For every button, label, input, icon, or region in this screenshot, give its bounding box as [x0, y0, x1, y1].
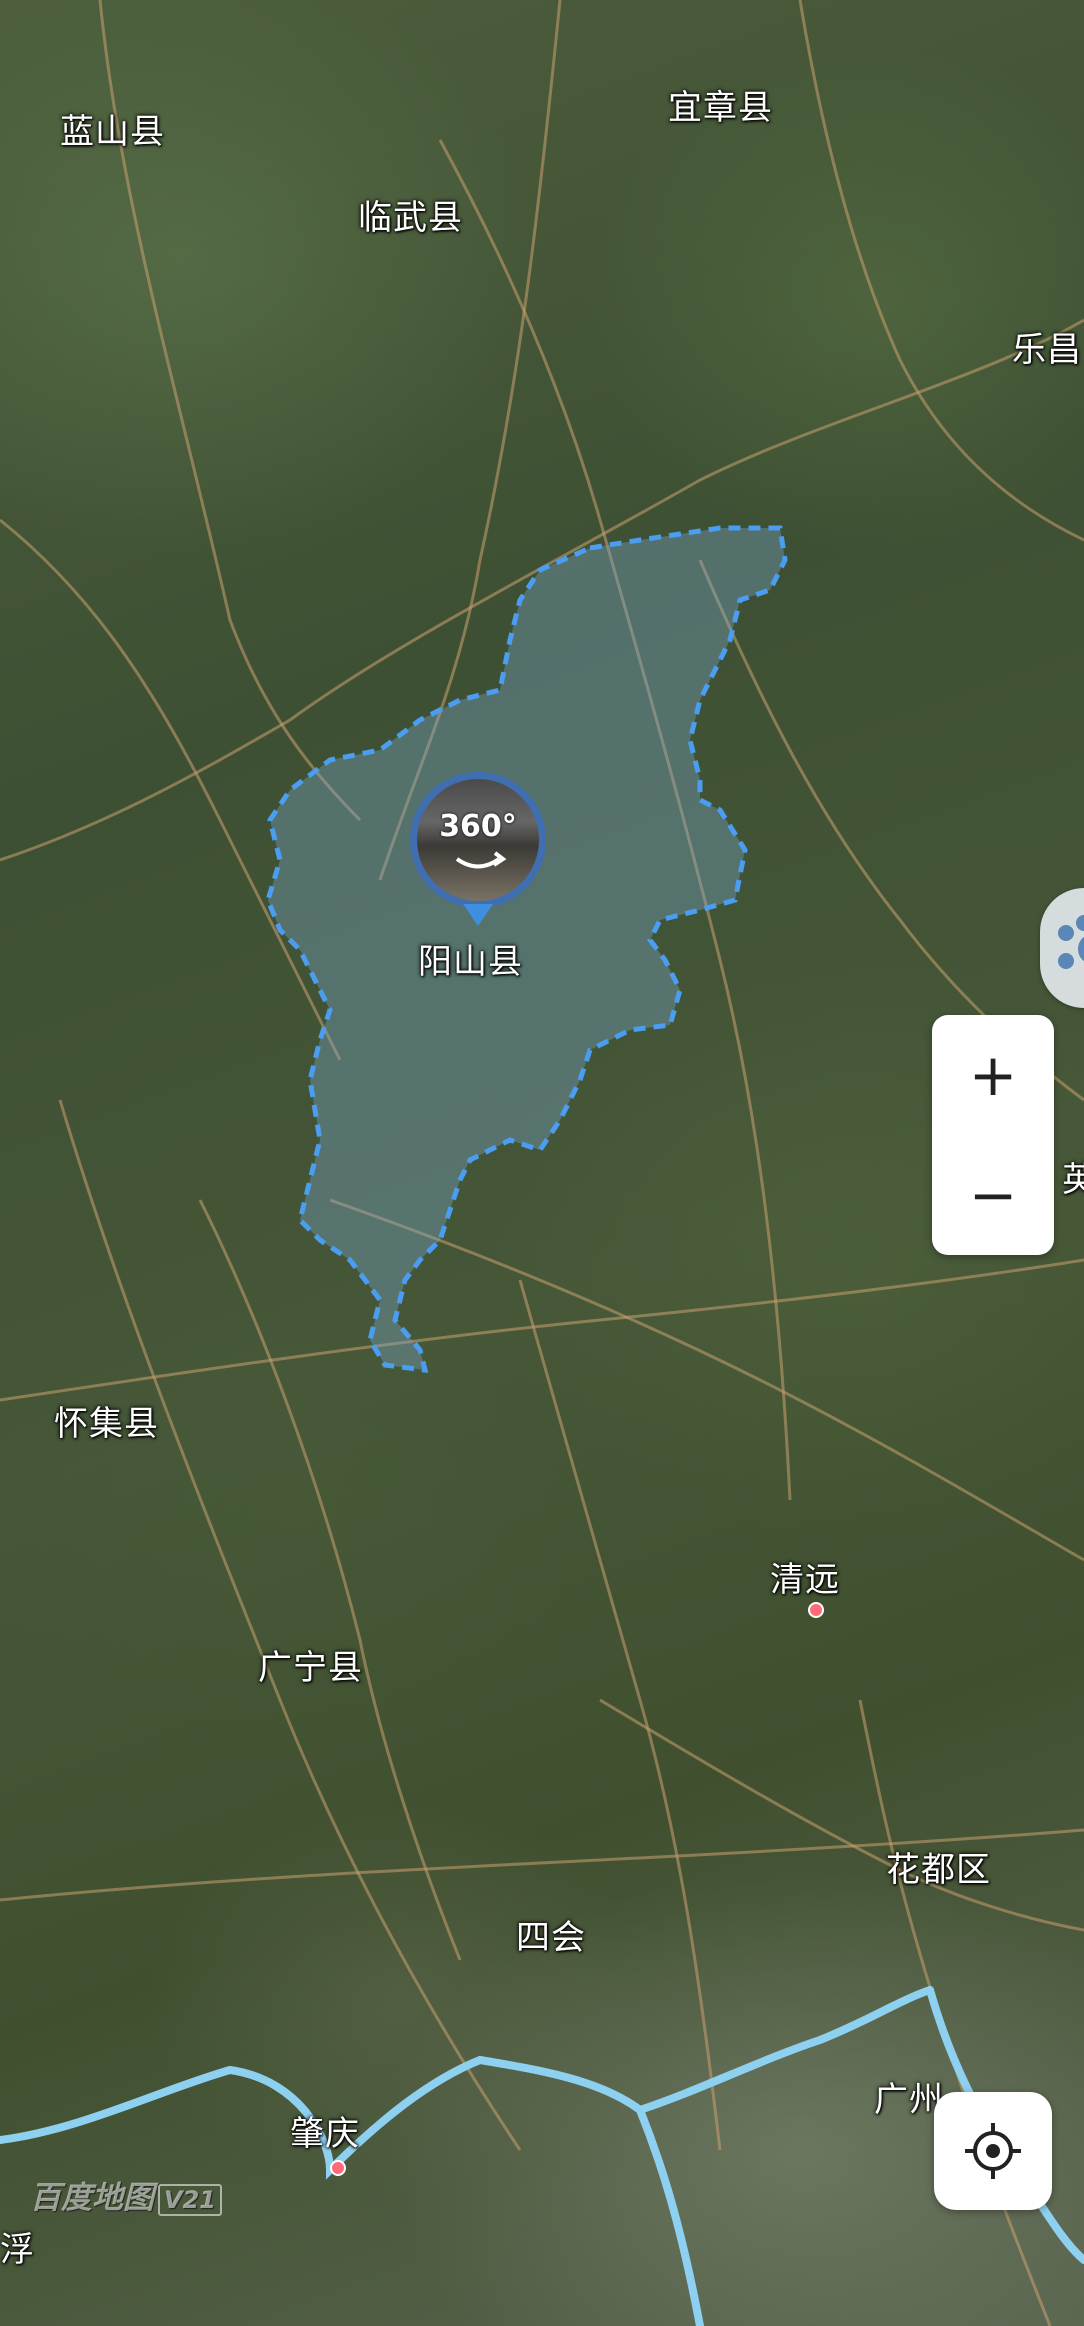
place-label-ying[interactable]: 英	[1062, 1152, 1084, 1201]
panorama-360-icon: 360°	[417, 779, 539, 901]
rotate-arrow	[455, 851, 507, 869]
panorama-pointer	[463, 904, 493, 926]
zoom-out-icon: −	[968, 1161, 1018, 1229]
place-label-huaiji[interactable]: 怀集县	[54, 1396, 159, 1445]
satellite-map[interactable]: 蓝山县 宜章县 临武县 乐昌 阳山县 怀集县 清远 广宁县 花都区 四会 肇庆 …	[0, 0, 1084, 2326]
place-label-qingyuan[interactable]: 清远	[770, 1552, 840, 1601]
place-label-lechang[interactable]: 乐昌	[1012, 322, 1082, 371]
place-label-yangshan[interactable]: 阳山县	[418, 934, 523, 983]
place-label-fu[interactable]: 浮	[0, 2222, 35, 2271]
panorama-marker[interactable]: 360°	[410, 772, 546, 908]
zoom-in-button[interactable]: +	[932, 1015, 1054, 1135]
zoom-in-icon: +	[968, 1041, 1018, 1109]
locate-button[interactable]	[934, 2092, 1052, 2210]
paw-icon	[1058, 915, 1084, 969]
city-dot-qingyuan	[808, 1602, 824, 1618]
place-label-yizhang[interactable]: 宜章县	[668, 80, 773, 129]
place-label-huadu[interactable]: 花都区	[886, 1842, 991, 1891]
place-label-sihui[interactable]: 四会	[516, 1910, 586, 1959]
map-watermark: 百度地图 V21	[30, 2172, 222, 2217]
zoom-control: + −	[932, 1015, 1054, 1255]
yangshan-region	[265, 525, 788, 1373]
place-label-guangning[interactable]: 广宁县	[258, 1640, 363, 1689]
watermark-version: V21	[158, 2184, 222, 2216]
locate-target-icon	[965, 2123, 1021, 2179]
place-label-zhaoqing[interactable]: 肇庆	[290, 2106, 360, 2155]
zoom-out-button[interactable]: −	[932, 1135, 1054, 1255]
place-label-linwu[interactable]: 临武县	[358, 190, 463, 239]
place-label-lanshan[interactable]: 蓝山县	[60, 104, 165, 153]
district-boundary	[265, 525, 788, 1373]
watermark-brand: 百度地图	[30, 2180, 154, 2216]
city-dot-zhaoqing	[330, 2160, 346, 2176]
